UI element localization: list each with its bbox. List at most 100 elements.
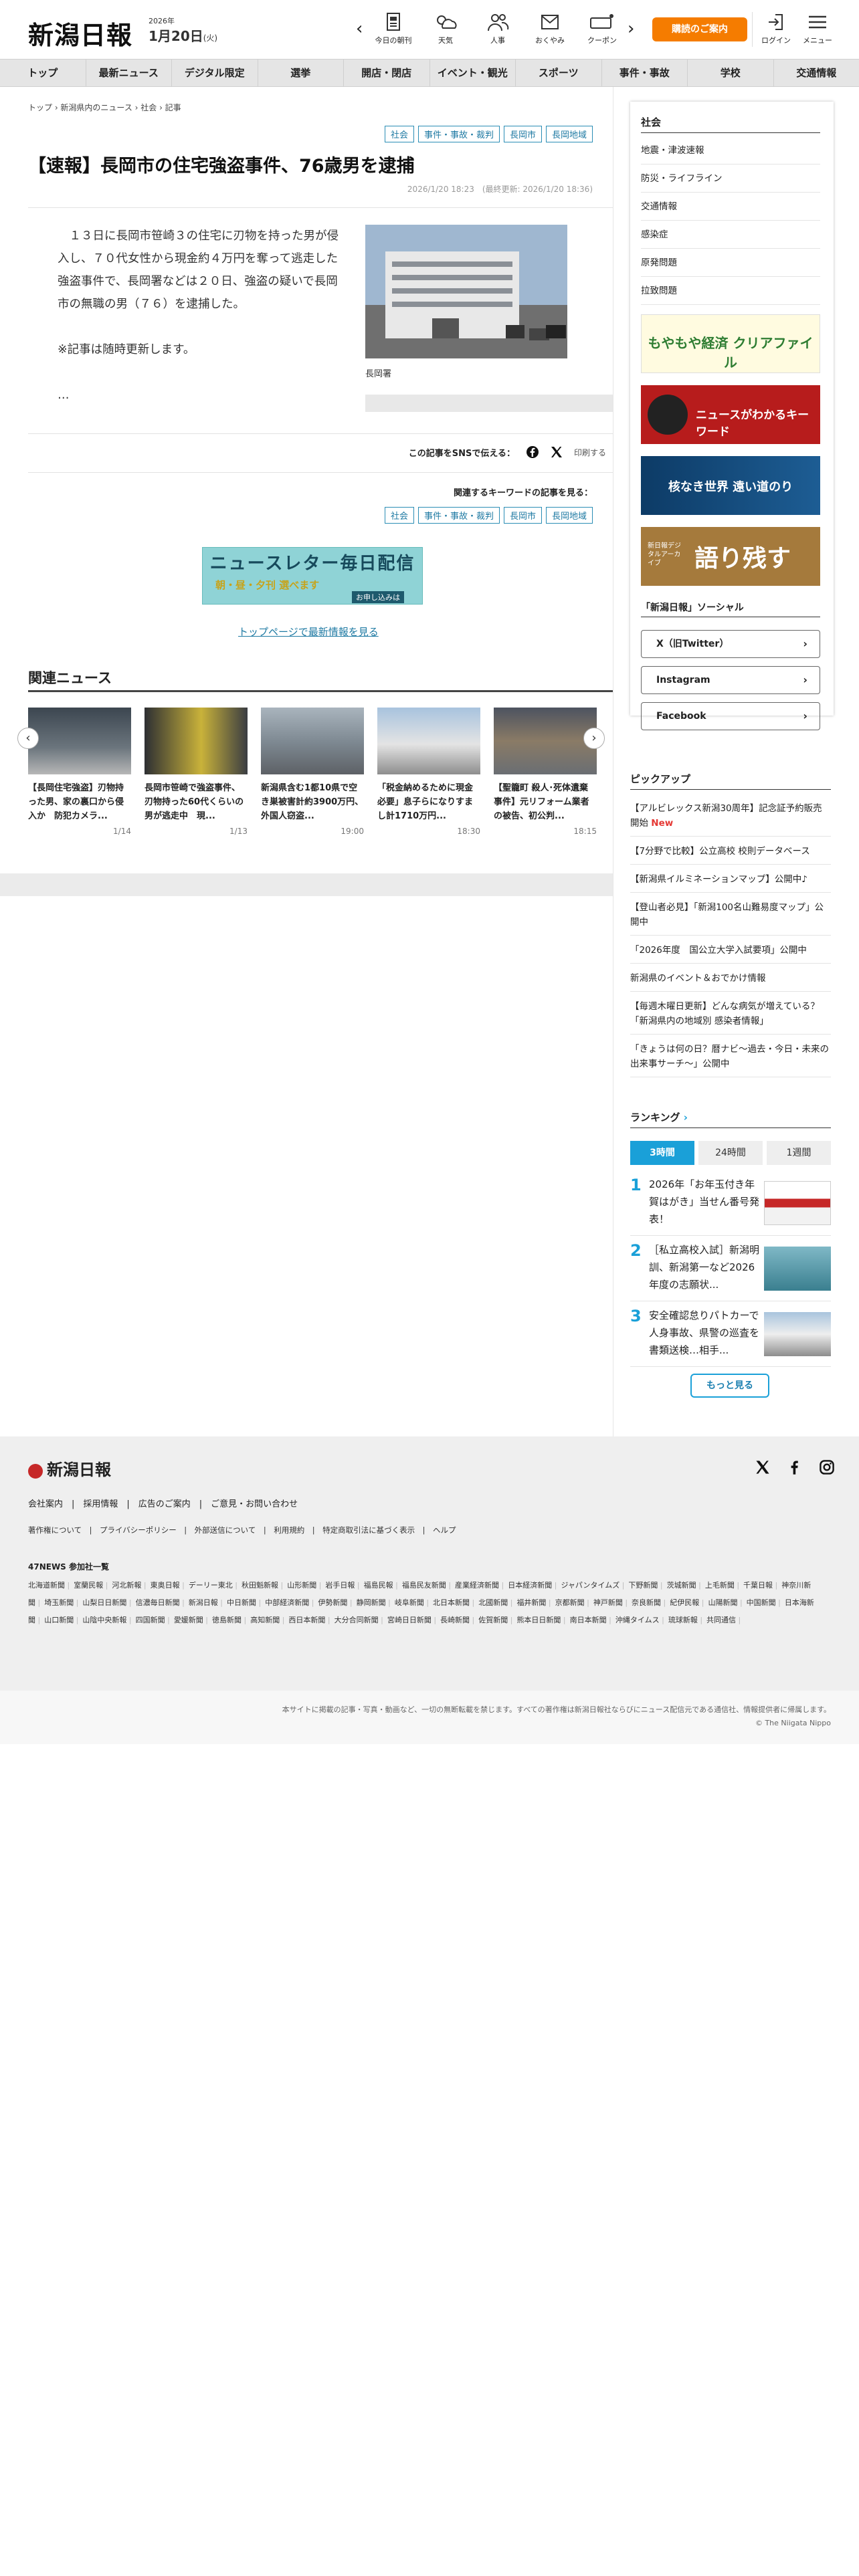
footer-paper-link[interactable]: 千葉日報 bbox=[743, 1581, 777, 1590]
footer-paper-link[interactable]: 中日新聞 bbox=[227, 1598, 261, 1607]
footer-paper-link[interactable]: 長崎新聞 bbox=[440, 1616, 474, 1624]
weather-icon-button[interactable]: 天気 bbox=[424, 12, 467, 45]
pickup-item[interactable]: 「きょうは何の日？暦ナビ～過去・今日・未来の出来事サーチ～」公開中 bbox=[630, 1037, 831, 1077]
footer-paper-link[interactable]: 福島民報 bbox=[364, 1581, 398, 1590]
breadcrumb[interactable]: トップ › 新潟県内のニュース › 社会 › 記事 bbox=[28, 102, 181, 113]
footer-paper-link[interactable]: 沖縄タイムス bbox=[615, 1616, 664, 1624]
footer-paper-link[interactable]: 北國新聞 bbox=[478, 1598, 512, 1607]
footer-paper-link[interactable]: 紀伊民報 bbox=[670, 1598, 704, 1607]
tag-nagaoka-city[interactable]: 長岡市 bbox=[503, 126, 542, 142]
menu-button[interactable]: メニュー bbox=[796, 12, 839, 45]
nav-item-digital[interactable]: デジタル限定 bbox=[172, 60, 258, 86]
footer-paper-link[interactable]: 山陰中央新報 bbox=[82, 1616, 131, 1624]
login-button[interactable]: ログイン bbox=[755, 12, 797, 45]
footer-paper-link[interactable]: 産業経済新聞 bbox=[455, 1581, 504, 1590]
footer-paper-link[interactable]: 四国新聞 bbox=[136, 1616, 170, 1624]
carousel-next-button[interactable]: › bbox=[583, 728, 605, 749]
banner-katarinokosu[interactable]: 新日報デジタルアーカイブ 語り残す bbox=[641, 527, 820, 586]
footer-paper-link[interactable]: 熊本日日新聞 bbox=[516, 1616, 565, 1624]
newspaper-icon-button[interactable]: 今日の朝刊 bbox=[372, 12, 415, 45]
ranking-item[interactable]: 2 ［私立高校入試］新潟明訓、新潟第一など2026年度の志願状... bbox=[630, 1237, 831, 1301]
nav-item-election[interactable]: 選挙 bbox=[258, 60, 344, 86]
footer-links-secondary[interactable]: 著作権について | プライバシーポリシー | 外部送信について | 利用規約 |… bbox=[28, 1525, 456, 1535]
footer-paper-link[interactable]: 秋田魁新報 bbox=[242, 1581, 283, 1590]
footer-paper-link[interactable]: 西日本新聞 bbox=[288, 1616, 330, 1624]
pickup-item[interactable]: 「2026年度 国公立大学入試要項」公開中 bbox=[630, 938, 831, 964]
ranking-more-button[interactable]: もっと見る bbox=[690, 1374, 769, 1398]
footer-paper-link[interactable]: 東奥日報 bbox=[151, 1581, 185, 1590]
footer-paper-link[interactable]: 岩手日報 bbox=[325, 1581, 359, 1590]
pickup-item[interactable]: 【毎週木曜日更新】どんな病気が増えている？「新潟県内の地域別 感染者情報」 bbox=[630, 994, 831, 1035]
sidebar-item-disaster[interactable]: 防災・ライフライン bbox=[641, 165, 820, 193]
footer-paper-link[interactable]: 大分合同新聞 bbox=[335, 1616, 383, 1624]
footer-paper-link[interactable]: 静岡新聞 bbox=[357, 1598, 391, 1607]
nav-item-sports[interactable]: スポーツ bbox=[516, 60, 602, 86]
footer-paper-link[interactable]: 神戸新聞 bbox=[593, 1598, 628, 1607]
facebook-icon[interactable] bbox=[526, 445, 539, 459]
header-next-arrow[interactable]: › bbox=[628, 19, 634, 39]
sidebar-item-nuclear[interactable]: 原発問題 bbox=[641, 249, 820, 277]
keyword-tag-incident[interactable]: 事件・事故・裁判 bbox=[417, 507, 500, 524]
footer-paper-link[interactable]: 日本経済新聞 bbox=[508, 1581, 557, 1590]
footer-links-primary[interactable]: 会社案内 | 採用情報 | 広告のご案内 | ご意見・お問い合わせ bbox=[28, 1497, 298, 1509]
footer-logo[interactable]: 新潟日報 bbox=[28, 1457, 111, 1480]
pickup-item[interactable]: 【アルビレックス新潟30周年】記念証予約販売開始 New bbox=[630, 796, 831, 837]
social-x-button[interactable]: X（旧Twitter） › bbox=[641, 630, 820, 658]
related-card[interactable]: 長岡市笹崎で強盗事件、刃物持った60代くらいの男が逃走中 現... 1/13 bbox=[145, 708, 248, 836]
tag-incident[interactable]: 事件・事故・裁判 bbox=[417, 126, 500, 142]
nav-item-incidents[interactable]: 事件・事故 bbox=[602, 60, 688, 86]
footer-paper-link[interactable]: 高知新聞 bbox=[250, 1616, 284, 1624]
instagram-icon[interactable] bbox=[819, 1459, 835, 1475]
footer-paper-link[interactable]: 共同通信 bbox=[706, 1616, 741, 1624]
footer-paper-link[interactable]: 福島民友新聞 bbox=[402, 1581, 451, 1590]
newsletter-signup[interactable]: お申し込みは bbox=[352, 591, 404, 603]
ranking-tab-3h[interactable]: 3時間 bbox=[630, 1141, 694, 1165]
footer-paper-link[interactable]: ジャパンタイムズ bbox=[561, 1581, 624, 1590]
x-twitter-icon[interactable] bbox=[550, 445, 563, 459]
social-facebook-button[interactable]: Facebook › bbox=[641, 702, 820, 730]
footer-paper-link[interactable]: 河北新報 bbox=[112, 1581, 146, 1590]
sidebar-item-earthquake[interactable]: 地震・津波速報 bbox=[641, 136, 820, 165]
footer-paper-link[interactable]: 琉球新報 bbox=[668, 1616, 702, 1624]
related-card[interactable]: 【長岡住宅強盗】刃物持った男、家の裏口から侵入か 防犯カメラ... 1/14 bbox=[28, 708, 131, 836]
ranking-tab-24h[interactable]: 24時間 bbox=[698, 1141, 763, 1165]
footer-paper-link[interactable]: 北海道新聞 bbox=[28, 1581, 70, 1590]
nav-item-openclose[interactable]: 開店・閉店 bbox=[344, 60, 430, 86]
footer-paper-link[interactable]: 中部経済新聞 bbox=[265, 1598, 314, 1607]
header-prev-arrow[interactable]: ‹ bbox=[356, 19, 363, 39]
footer-paper-link[interactable]: 京都新聞 bbox=[555, 1598, 589, 1607]
social-instagram-button[interactable]: Instagram › bbox=[641, 666, 820, 694]
footer-paper-link[interactable]: 山口新聞 bbox=[44, 1616, 78, 1624]
facebook-icon[interactable] bbox=[787, 1459, 803, 1475]
footer-paper-link[interactable]: 奈良新聞 bbox=[632, 1598, 666, 1607]
related-card[interactable]: 「税金納めるために現金必要」息子らになりすまし計1710万円... 18:30 bbox=[377, 708, 480, 836]
pickup-item[interactable]: 新潟県のイベント＆おでかけ情報 bbox=[630, 966, 831, 992]
coupon-icon-button[interactable]: クーポン bbox=[581, 12, 624, 45]
footer-paper-link[interactable]: 福井新聞 bbox=[516, 1598, 551, 1607]
site-logo[interactable]: 新潟日報 bbox=[28, 15, 132, 51]
print-link[interactable]: 印刷する bbox=[574, 447, 606, 458]
nav-item-top[interactable]: トップ bbox=[0, 60, 86, 86]
condolence-icon-button[interactable]: おくやみ bbox=[529, 12, 571, 45]
footer-paper-link[interactable]: 佐賀新聞 bbox=[478, 1616, 512, 1624]
related-card[interactable]: 【聖籠町 殺人･死体遺棄事件】元リフォーム業者の被告、初公判... 18:15 bbox=[494, 708, 597, 836]
x-twitter-icon[interactable] bbox=[755, 1459, 771, 1475]
footer-paper-link[interactable]: 山形新聞 bbox=[287, 1581, 321, 1590]
article-photo[interactable] bbox=[365, 225, 567, 358]
footer-paper-link[interactable]: 伊勢新聞 bbox=[318, 1598, 352, 1607]
footer-paper-link[interactable]: 愛媛新聞 bbox=[174, 1616, 208, 1624]
footer-paper-link[interactable]: 新潟日報 bbox=[189, 1598, 223, 1607]
footer-paper-link[interactable]: デーリー東北 bbox=[189, 1581, 237, 1590]
sidebar-item-infection[interactable]: 感染症 bbox=[641, 221, 820, 249]
footer-paper-link[interactable]: 室蘭民報 bbox=[74, 1581, 108, 1590]
nav-item-school[interactable]: 学校 bbox=[688, 60, 774, 86]
footer-paper-link[interactable]: 岐阜新聞 bbox=[395, 1598, 429, 1607]
sidebar-item-abduction[interactable]: 拉致問題 bbox=[641, 277, 820, 305]
footer-paper-link[interactable]: 北日本新聞 bbox=[433, 1598, 474, 1607]
ranking-item[interactable]: 1 2026年「お年玉付き年賀はがき」当せん番号発表！ bbox=[630, 1172, 831, 1236]
keyword-tag-nagaoka-city[interactable]: 長岡市 bbox=[503, 507, 542, 524]
footer-paper-link[interactable]: 下野新聞 bbox=[628, 1581, 662, 1590]
banner-keyword[interactable]: ニュースがわかるキーワード bbox=[641, 385, 820, 444]
tag-nagaoka-area[interactable]: 長岡地域 bbox=[545, 126, 593, 142]
ranking-title[interactable]: ランキング › bbox=[630, 1110, 688, 1124]
